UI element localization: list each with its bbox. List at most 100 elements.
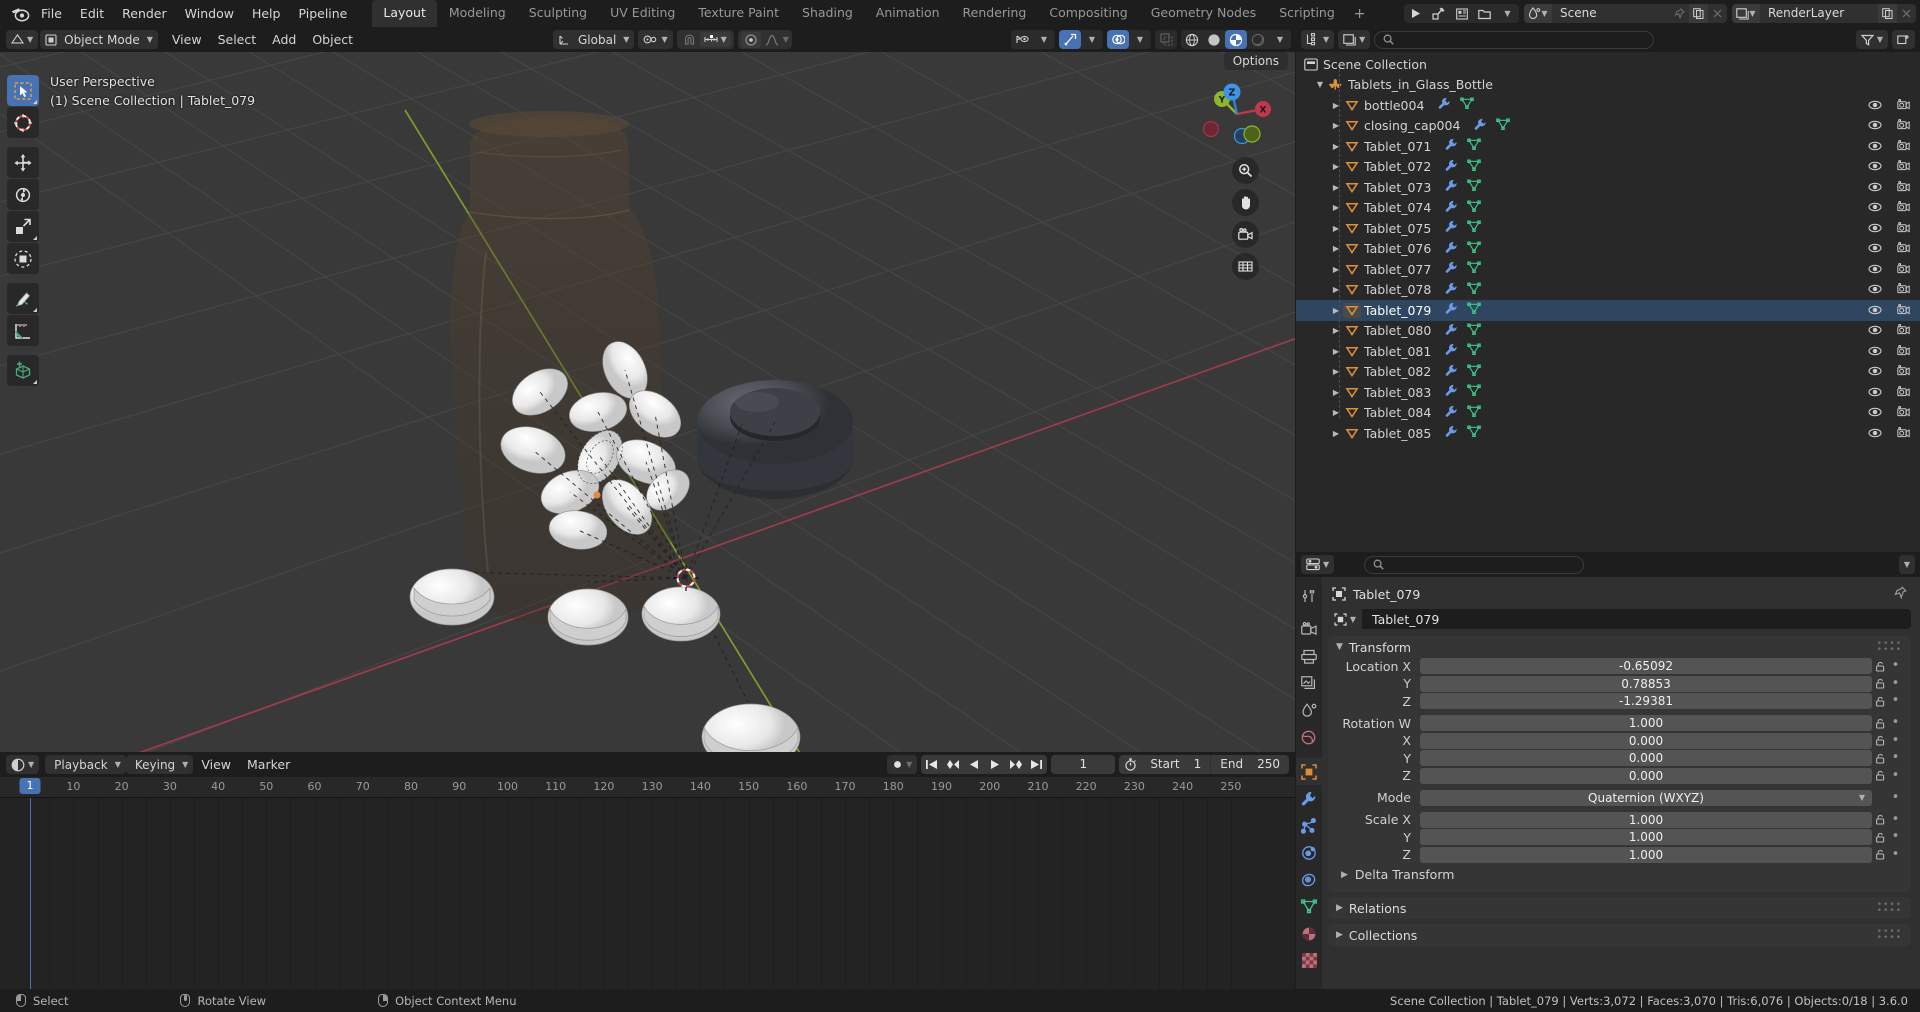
jump-to-start-button[interactable]	[921, 755, 942, 774]
workspace-tab-uv-editing[interactable]: UV Editing	[599, 0, 686, 27]
expand-icon[interactable]: ▶	[1336, 903, 1343, 913]
top-menu-window[interactable]: Window	[176, 3, 243, 24]
rotate-tool[interactable]	[7, 179, 39, 210]
show-gizmo-icon[interactable]	[1059, 30, 1081, 49]
render-animation-icon[interactable]	[1427, 4, 1450, 23]
workspace-tab-geometry-nodes[interactable]: Geometry Nodes	[1140, 0, 1267, 27]
outliner-item-closing_cap004[interactable]: ▶ closing_cap004	[1296, 116, 1920, 137]
panel-drag-handle[interactable]: •••• ••••	[1877, 901, 1902, 916]
pan-hand-icon[interactable]	[1232, 189, 1259, 216]
outliner-item-tablet_076[interactable]: ▶ Tablet_076	[1296, 239, 1920, 260]
object-id-field[interactable]: ▼ Tablet_079	[1328, 609, 1911, 629]
outliner-item-bottle004[interactable]: ▶ bottle004	[1296, 95, 1920, 116]
panel-drag-handle[interactable]: •••• ••••	[1877, 928, 1902, 943]
eye-icon[interactable]	[1868, 405, 1882, 420]
workspace-tab-modeling[interactable]: Modeling	[438, 0, 517, 27]
modifier-icon[interactable]	[1445, 405, 1458, 421]
navigation-gizmo[interactable]: X Y Z	[1201, 78, 1273, 150]
delete-scene-icon[interactable]	[1708, 4, 1727, 23]
top-menu-pipeline[interactable]: Pipeline	[289, 3, 356, 24]
proportional-editing-group[interactable]: ▼	[737, 30, 792, 49]
scale-z-2-lock-icon[interactable]	[1872, 849, 1889, 860]
modifier-icon[interactable]	[1445, 200, 1458, 216]
eye-icon[interactable]	[1868, 364, 1882, 379]
workspace-tab-animation[interactable]: Animation	[865, 0, 951, 27]
properties-search-input[interactable]	[1364, 555, 1585, 574]
eye-icon[interactable]	[1868, 303, 1882, 318]
modifier-icon[interactable]	[1445, 261, 1458, 277]
outliner-item-tablet_084[interactable]: ▶ Tablet_084	[1296, 403, 1920, 424]
viewport-menu-add[interactable]: Add	[264, 30, 304, 49]
add-workspace-button[interactable]: +	[1346, 3, 1374, 25]
scale-scale-x-0-lock-icon[interactable]	[1872, 814, 1889, 825]
eye-icon[interactable]	[1868, 180, 1882, 195]
mesh-data-icon[interactable]	[1467, 384, 1482, 400]
object-tab[interactable]	[1296, 758, 1322, 785]
mesh-data-icon[interactable]	[1467, 200, 1482, 216]
transform-drag-handle[interactable]: •••• ••••	[1877, 640, 1902, 655]
outliner-item-tablet_081[interactable]: ▶ Tablet_081	[1296, 341, 1920, 362]
modifier-icon[interactable]	[1445, 384, 1458, 400]
play-button[interactable]	[984, 755, 1005, 774]
modifier-icon[interactable]	[1445, 159, 1458, 175]
transform-rotation-w-3-lock-icon[interactable]	[1872, 718, 1889, 729]
data-tab[interactable]	[1296, 893, 1322, 920]
disclosure-triangle-icon[interactable]: ▶	[1329, 429, 1343, 438]
zoom-icon[interactable]	[1232, 157, 1259, 184]
outliner-item-tablet_074[interactable]: ▶ Tablet_074	[1296, 198, 1920, 219]
transform-panel-header[interactable]: ▼ Transform •••• ••••	[1328, 636, 1911, 658]
outliner-item-tablet_078[interactable]: ▶ Tablet_078	[1296, 280, 1920, 301]
expand-icon[interactable]: ▶	[1336, 930, 1343, 940]
disclosure-triangle-icon[interactable]: ▶	[1329, 142, 1343, 151]
eye-icon[interactable]	[1868, 118, 1882, 133]
render-play-icon[interactable]	[1404, 4, 1427, 23]
gizmo-chevron-icon[interactable]: ▼	[1081, 30, 1103, 49]
play-reverse-button[interactable]	[963, 755, 984, 774]
modifier-icon[interactable]	[1445, 323, 1458, 339]
disclosure-triangle-icon[interactable]: ▼	[1313, 80, 1327, 89]
mesh-data-icon[interactable]	[1467, 364, 1482, 380]
disclosure-triangle-icon[interactable]: ▶	[1329, 326, 1343, 335]
modifier-icon[interactable]	[1445, 282, 1458, 298]
modifier-icon[interactable]	[1445, 179, 1458, 195]
transform-tool[interactable]	[7, 243, 39, 274]
mesh-data-icon[interactable]	[1467, 282, 1482, 298]
open-folder-icon[interactable]	[1473, 4, 1496, 23]
object-mode-selector[interactable]: Object Mode ▼	[40, 30, 158, 49]
texture-tab[interactable]	[1296, 947, 1322, 974]
object-visibility-icon[interactable]	[1011, 30, 1033, 49]
outliner-tree[interactable]: Scene Collection ▼ Tablets_in_Glass_Bottle…	[1296, 52, 1920, 444]
cursor-tool[interactable]	[7, 107, 39, 138]
outliner-display-mode-button[interactable]: ▼	[1338, 30, 1371, 49]
camera-render-icon[interactable]	[1897, 139, 1910, 154]
camera-render-icon[interactable]	[1897, 385, 1910, 400]
new-scene-icon[interactable]	[1689, 4, 1708, 23]
outliner-item-tablet_072[interactable]: ▶ Tablet_072	[1296, 157, 1920, 178]
mesh-data-icon[interactable]	[1467, 405, 1482, 421]
outliner-item-tablet_080[interactable]: ▶ Tablet_080	[1296, 321, 1920, 342]
overlay-chevron-icon[interactable]: ▼	[1129, 30, 1151, 49]
pin-scene-icon[interactable]	[1670, 4, 1689, 23]
disclosure-triangle-icon[interactable]: ▶	[1329, 388, 1343, 397]
workspace-tab-sculpting[interactable]: Sculpting	[518, 0, 598, 27]
transform-y-1-animate-dot[interactable]: •	[1889, 677, 1902, 690]
particles-tab[interactable]	[1296, 812, 1322, 839]
scale-y-1-lock-icon[interactable]	[1872, 832, 1889, 843]
pivot-point-selector[interactable]: ▼	[638, 30, 673, 49]
workspace-tab-texture-paint[interactable]: Texture Paint	[687, 0, 790, 27]
magnet-icon[interactable]	[680, 33, 699, 46]
camera-render-icon[interactable]	[1897, 303, 1910, 318]
eye-icon[interactable]	[1868, 426, 1882, 441]
wireframe-shading-icon[interactable]	[1181, 30, 1203, 49]
top-menu-edit[interactable]: Edit	[71, 3, 113, 24]
outliner-new-collection-button[interactable]	[1892, 30, 1915, 49]
camera-render-icon[interactable]	[1897, 180, 1910, 195]
transform-location-x-0-animate-dot[interactable]: •	[1889, 659, 1902, 672]
scale-z-2-animate-dot[interactable]: •	[1889, 848, 1902, 861]
next-keyframe-button[interactable]	[1005, 755, 1026, 774]
scale-scale-x-0-animate-dot[interactable]: •	[1889, 813, 1902, 826]
world-tab[interactable]	[1296, 724, 1322, 751]
mesh-data-icon[interactable]	[1467, 138, 1482, 154]
3d-viewport[interactable]: User Perspective (1) Scene Collection | …	[0, 52, 1295, 752]
viewport-menu-select[interactable]: Select	[210, 30, 265, 49]
